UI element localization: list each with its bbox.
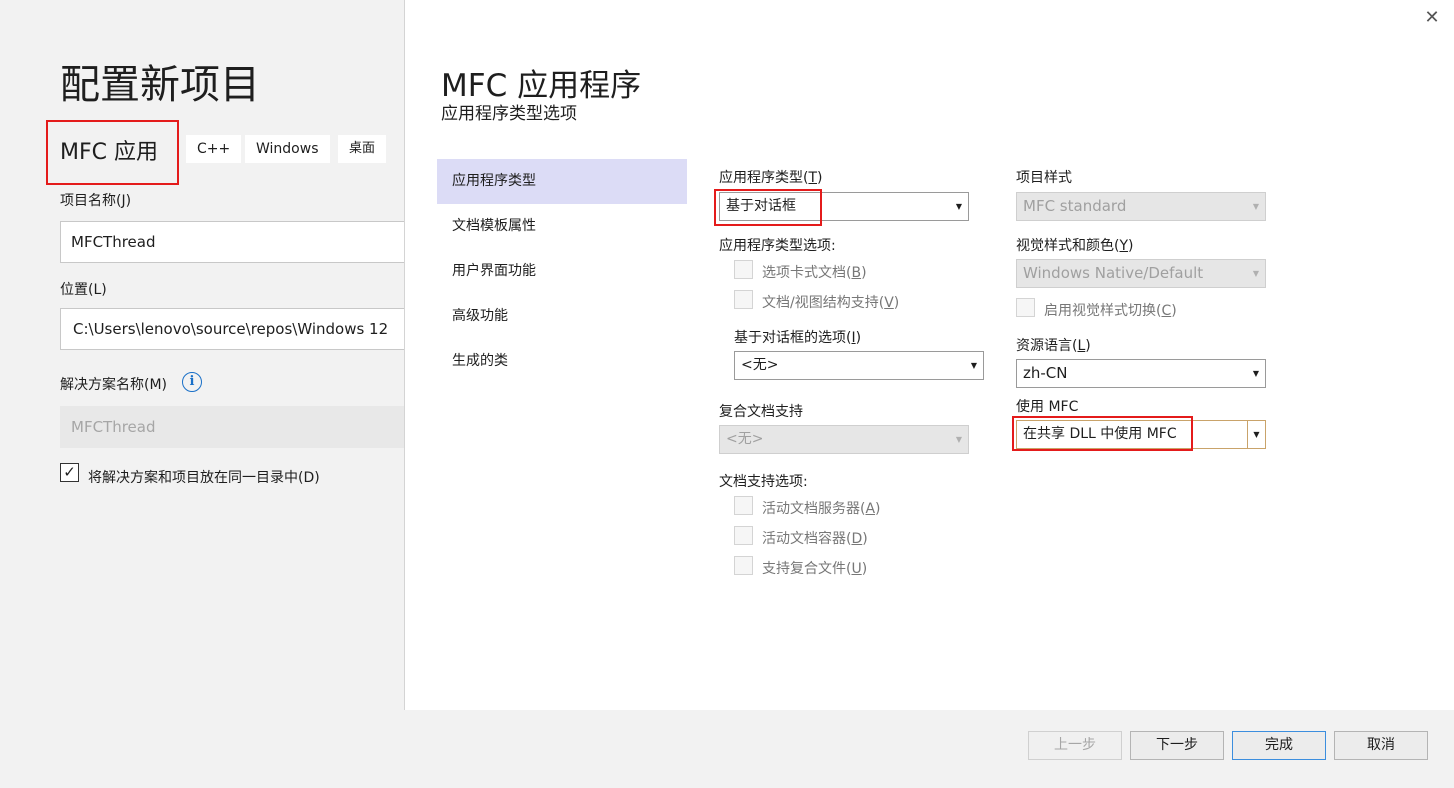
prev-button: 上一步 xyxy=(1028,731,1122,760)
project-name-input[interactable]: MFCThread xyxy=(60,221,406,263)
tag-cpp: C++ xyxy=(186,135,242,163)
visual-style-select: Windows Native/Default ▼ xyxy=(1016,259,1266,288)
chevron-down-icon: ▼ xyxy=(1252,369,1260,378)
compound-doc-label: 复合文档支持 xyxy=(719,404,803,420)
same-dir-label[interactable]: 将解决方案和项目放在同一目录中(D) xyxy=(88,467,320,487)
nav-generated-classes[interactable]: 生成的类 xyxy=(437,339,687,384)
use-mfc-highlight xyxy=(1012,416,1193,451)
dialog-options-select[interactable]: <无> ▼ xyxy=(734,351,984,380)
tabbed-docs-label: 选项卡式文档(B) xyxy=(762,265,867,281)
active-server-label: 活动文档服务器(A) xyxy=(762,501,881,517)
resource-lang-select[interactable]: zh-CN ▼ xyxy=(1016,359,1266,388)
active-server-checkbox xyxy=(734,496,753,515)
active-container-checkbox xyxy=(734,526,753,545)
project-name-label: 项目名称(J) xyxy=(60,193,132,209)
app-type-options-label: 应用程序类型选项: xyxy=(719,238,836,254)
app-type-label: 应用程序类型(T) xyxy=(719,170,823,186)
project-style-label: 项目样式 xyxy=(1016,170,1072,186)
tag-desktop: 桌面 xyxy=(338,135,387,163)
active-container-label: 活动文档容器(D) xyxy=(762,531,868,547)
cancel-button[interactable]: 取消 xyxy=(1334,731,1428,760)
next-button[interactable]: 下一步 xyxy=(1130,731,1224,760)
close-icon[interactable]: ✕ xyxy=(1420,6,1444,30)
page-title: 配置新项目 xyxy=(60,62,260,108)
visual-switch-checkbox xyxy=(1016,298,1035,317)
chevron-down-icon: ▼ xyxy=(1252,202,1260,211)
solution-name-input: MFCThread xyxy=(60,406,406,448)
docview-checkbox xyxy=(734,290,753,309)
nav-ui-features[interactable]: 用户界面功能 xyxy=(437,249,687,294)
wizard-subtitle: 应用程序类型选项 xyxy=(441,104,577,124)
chevron-down-icon: ▼ xyxy=(955,435,963,444)
nav-advanced[interactable]: 高级功能 xyxy=(437,294,687,339)
same-dir-checkbox[interactable]: ✓ xyxy=(60,463,79,482)
left-pane xyxy=(0,0,404,788)
nav-app-type[interactable]: 应用程序类型 xyxy=(437,159,687,204)
app-type-highlight xyxy=(714,189,822,226)
compound-files-label: 支持复合文件(U) xyxy=(762,561,868,577)
location-label: 位置(L) xyxy=(60,282,107,298)
chevron-down-icon: ▼ xyxy=(955,202,963,211)
compound-files-checkbox xyxy=(734,556,753,575)
use-mfc-label: 使用 MFC xyxy=(1016,399,1079,415)
docview-label: 文档/视图结构支持(V) xyxy=(762,295,900,311)
project-type-name: MFC 应用 xyxy=(60,140,158,165)
chevron-down-icon: ▼ xyxy=(1252,269,1260,278)
compound-doc-select: <无> ▼ xyxy=(719,425,969,454)
resource-lang-label: 资源语言(L) xyxy=(1016,338,1091,354)
finish-button[interactable]: 完成 xyxy=(1232,731,1326,760)
chevron-down-icon: ▼ xyxy=(970,361,978,370)
solution-name-label: 解决方案名称(M) xyxy=(60,377,168,393)
visual-switch-label: 启用视觉样式切换(C) xyxy=(1044,303,1177,319)
dialog-options-label: 基于对话框的选项(I) xyxy=(734,330,862,346)
info-icon[interactable]: i xyxy=(182,372,202,392)
doc-support-label: 文档支持选项: xyxy=(719,474,808,490)
visual-style-label: 视觉样式和颜色(Y) xyxy=(1016,238,1134,254)
chevron-down-icon: ▼ xyxy=(1247,421,1265,448)
location-input[interactable]: C:\Users\lenovo\source\repos\Windows 12 xyxy=(60,308,406,350)
tag-windows: Windows xyxy=(245,135,330,163)
project-style-select: MFC standard ▼ xyxy=(1016,192,1266,221)
tabbed-docs-checkbox xyxy=(734,260,753,279)
nav-doc-template[interactable]: 文档模板属性 xyxy=(437,204,687,249)
